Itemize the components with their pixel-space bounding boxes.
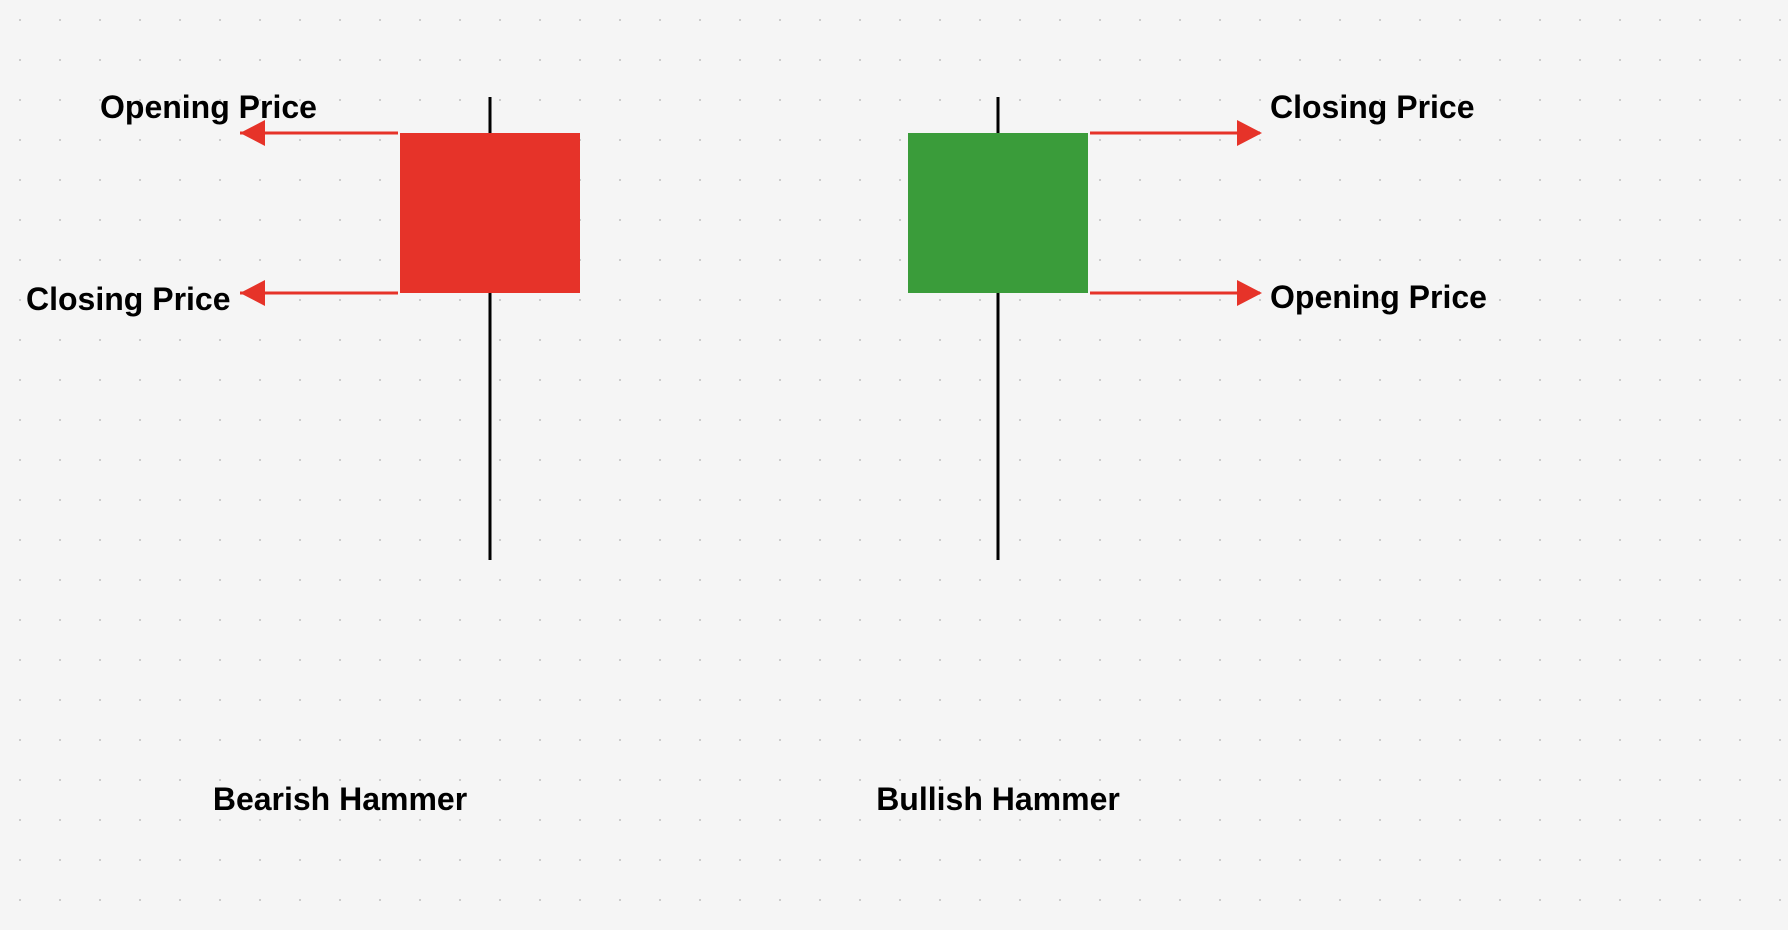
bullish-title: Bullish Hammer bbox=[876, 781, 1120, 817]
main-diagram-svg: Opening Price Closing Price Bearish Hamm… bbox=[0, 0, 1788, 930]
bullish-closing-arrow bbox=[1237, 120, 1262, 146]
bullish-opening-label: Opening Price bbox=[1270, 279, 1487, 315]
bearish-opening-label: Opening Price bbox=[100, 89, 317, 125]
bullish-closing-label: Closing Price bbox=[1270, 89, 1475, 125]
bullish-body bbox=[908, 133, 1088, 293]
bearish-body bbox=[400, 133, 580, 293]
diagram-container: Opening Price Closing Price Bearish Hamm… bbox=[0, 0, 1788, 930]
bearish-closing-label: Closing Price bbox=[26, 281, 231, 317]
bullish-opening-arrow bbox=[1237, 280, 1262, 306]
bearish-closing-arrow bbox=[240, 280, 265, 306]
bearish-title: Bearish Hammer bbox=[213, 781, 467, 817]
